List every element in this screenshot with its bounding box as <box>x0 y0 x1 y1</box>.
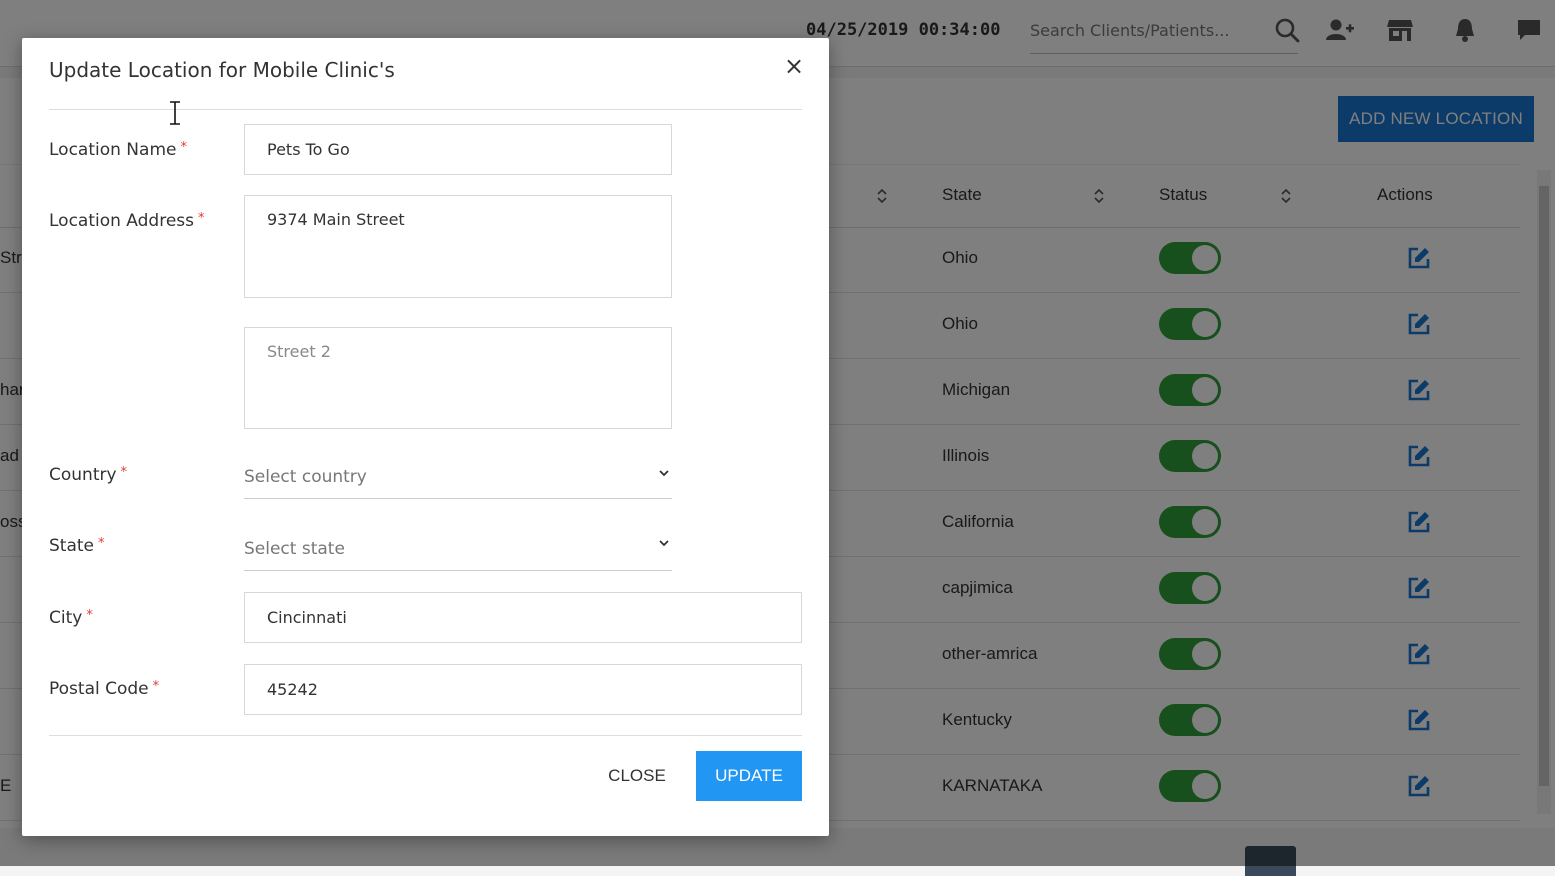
state-label: State * <box>49 536 105 556</box>
divider <box>49 109 802 110</box>
modal-title: Update Location for Mobile Clinic's <box>49 58 395 82</box>
country-select[interactable]: Select country <box>244 449 672 499</box>
label-text: Country <box>49 465 117 485</box>
update-location-modal: Update Location for Mobile Clinic's × Lo… <box>22 38 829 836</box>
location-address-input[interactable]: 9374 Main Street <box>244 195 672 298</box>
required-mark: * <box>152 679 160 694</box>
required-mark: * <box>86 608 93 623</box>
label-text: Location Name <box>49 140 177 160</box>
city-input[interactable] <box>244 592 802 643</box>
country-label: Country * <box>49 465 127 485</box>
text-cursor-icon <box>170 101 180 125</box>
location-name-input[interactable] <box>244 124 672 175</box>
label-text: City <box>49 608 83 628</box>
postal-code-input[interactable] <box>244 664 802 715</box>
required-mark: * <box>120 465 128 480</box>
required-mark: * <box>98 536 105 551</box>
label-text: Location Address <box>49 211 195 231</box>
street2-input[interactable] <box>244 327 672 429</box>
chevron-down-icon <box>659 540 669 547</box>
close-button[interactable]: CLOSE <box>602 751 672 801</box>
label-text: Postal Code <box>49 679 149 699</box>
required-mark: * <box>198 211 205 226</box>
update-button[interactable]: UPDATE <box>696 751 802 801</box>
location-name-label: Location Name * <box>49 140 187 160</box>
close-icon[interactable]: × <box>784 54 804 78</box>
required-mark: * <box>180 140 187 155</box>
state-select-value: Select state <box>244 539 345 559</box>
divider <box>49 735 802 736</box>
location-address-label: Location Address * <box>49 211 205 231</box>
city-label: City * <box>49 608 93 628</box>
state-select[interactable]: Select state <box>244 521 672 571</box>
postal-code-label: Postal Code * <box>49 679 159 699</box>
chevron-down-icon <box>659 470 669 477</box>
country-select-value: Select country <box>244 467 367 487</box>
label-text: State <box>49 536 94 556</box>
